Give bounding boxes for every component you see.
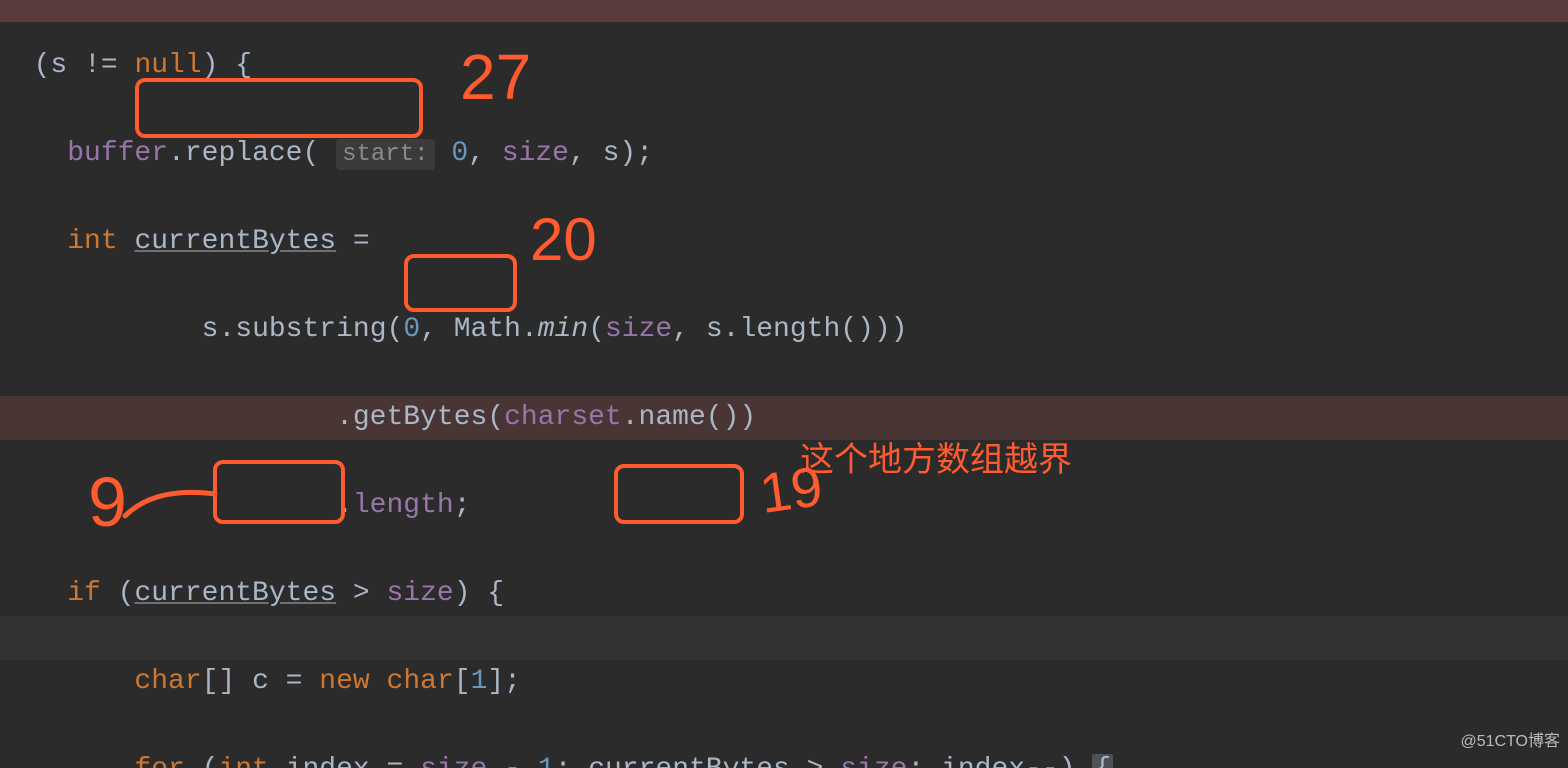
code-line[interactable]: .getBytes(charset.name()) [0,396,1568,440]
code-line[interactable]: for (int index = size - 1; currentBytes … [0,748,1568,768]
var-currentBytes: currentBytes [134,226,336,257]
brace-open-highlight: { [1092,754,1113,768]
kw-null: null [134,50,201,81]
code-line[interactable]: (s != null) { [0,44,1568,88]
code-line[interactable]: s.substring(0, Math.min(size, s.length()… [0,308,1568,352]
code-line[interactable]: char[] c = new char[1]; [0,660,1568,704]
watermark: @51CTO博客 [1460,720,1560,764]
field-buffer: buffer [67,138,168,169]
code-line[interactable]: buffer.replace( start: 0, size, s); [0,132,1568,176]
code-line[interactable]: .length; [0,484,1568,528]
code-line[interactable]: int currentBytes = [0,220,1568,264]
code-line[interactable]: if (currentBytes > size) { [0,572,1568,616]
var-s: s [50,50,67,81]
code-editor[interactable]: (s != null) { buffer.replace( start: 0, … [0,0,1568,768]
parameter-hint: start: [336,139,434,170]
